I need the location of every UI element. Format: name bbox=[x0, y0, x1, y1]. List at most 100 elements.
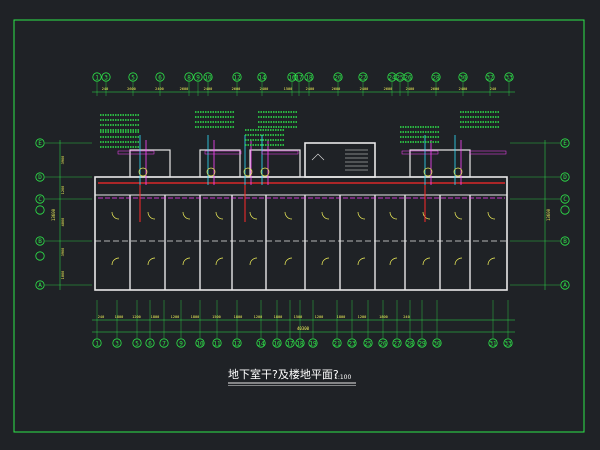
axis-label-top: 18 bbox=[305, 75, 313, 82]
annotation-tag bbox=[204, 150, 242, 155]
axis-label-top: 9 bbox=[196, 75, 200, 82]
axis-label-bottom: 17 bbox=[286, 341, 294, 348]
annotation-tag bbox=[261, 150, 299, 155]
annotation-tag bbox=[401, 150, 439, 155]
axis-label-top: 5 bbox=[131, 75, 135, 82]
door-swing bbox=[454, 257, 463, 266]
bottom-dim-text: 240 bbox=[403, 315, 410, 319]
bottom-dim-text: 1200 bbox=[254, 315, 263, 319]
left-total-text: 13600 bbox=[51, 208, 56, 221]
axis-bubble-left-extra bbox=[35, 205, 45, 215]
top-dim-text: 2400 bbox=[260, 87, 269, 91]
axis-label-top: 22 bbox=[359, 75, 367, 82]
bottom-dim-text: 1200 bbox=[132, 315, 141, 319]
bottom-dim-text: 1500 bbox=[294, 315, 303, 319]
outer-wall bbox=[94, 176, 508, 291]
top-dim-text: 240 bbox=[490, 87, 497, 91]
door-swing bbox=[147, 257, 156, 266]
top-dim-text: 2600 bbox=[332, 87, 341, 91]
axis-label-top: 8 bbox=[187, 75, 191, 82]
bottom-dim-text: 1200 bbox=[315, 315, 324, 319]
top-dim-text: 1500 bbox=[284, 87, 293, 91]
axis-label-bottom: 6 bbox=[148, 341, 152, 348]
door-swing bbox=[215, 211, 224, 220]
pipe-network bbox=[98, 135, 505, 222]
axis-label-bottom: 7 bbox=[162, 341, 166, 348]
bottom-dim-text: 1800 bbox=[379, 315, 388, 319]
axis-label-top: 17 bbox=[295, 75, 303, 82]
left-dim-text: 3900 bbox=[61, 248, 65, 257]
axis-label-right: D bbox=[563, 174, 567, 181]
left-dim-text: 1800 bbox=[61, 271, 65, 280]
top-dim-text: 2400 bbox=[459, 87, 468, 91]
top-dim-text: 240 bbox=[102, 87, 109, 91]
left-dim-text: 4800 bbox=[61, 218, 65, 227]
axis-label-bottom: 31 bbox=[489, 341, 497, 348]
door-swing bbox=[111, 211, 120, 220]
door-swing bbox=[389, 211, 398, 220]
annotation-tag bbox=[117, 150, 155, 155]
axis-label-bottom: 18 bbox=[296, 341, 304, 348]
axis-label-top: 14 bbox=[258, 75, 266, 82]
axis-label-top: 1 bbox=[95, 75, 99, 82]
axis-bubble-left-extra bbox=[35, 251, 45, 261]
bottom-dim-text: 240 bbox=[98, 315, 105, 319]
top-dim-text: 2400 bbox=[360, 87, 369, 91]
axis-label-left: D bbox=[38, 174, 42, 181]
axis-label-bottom: 28 bbox=[406, 341, 414, 348]
drawing-title: 地下室干?及楼地平面? bbox=[228, 367, 339, 381]
axis-label-bottom: 3 bbox=[115, 341, 119, 348]
building-walls bbox=[94, 142, 508, 291]
axis-label-bottom: 16 bbox=[273, 341, 281, 348]
top-dim-text: 2600 bbox=[180, 87, 189, 91]
door-swing bbox=[284, 257, 293, 266]
door-swing bbox=[487, 211, 496, 220]
stair-arrow bbox=[311, 153, 325, 161]
stair-core-wall bbox=[304, 142, 376, 178]
axis-label-bottom: 9 bbox=[179, 341, 183, 348]
axis-label-top: 6 bbox=[158, 75, 162, 82]
door-swing bbox=[182, 257, 191, 266]
left-dim-text: 1200 bbox=[61, 186, 65, 195]
axis-label-top: 10 bbox=[204, 75, 212, 82]
axis-bubble-right-extra bbox=[560, 205, 570, 215]
axis-label-left: E bbox=[38, 140, 42, 147]
axis-label-bottom: 29 bbox=[418, 341, 426, 348]
axis-label-bottom: 33 bbox=[504, 341, 512, 348]
bottom-dim-text: 1200 bbox=[171, 315, 180, 319]
axis-label-top: 25 bbox=[396, 75, 404, 82]
axis-label-top: 26 bbox=[404, 75, 412, 82]
axis-label-right: E bbox=[563, 140, 567, 147]
door-swing bbox=[284, 211, 293, 220]
door-swing bbox=[487, 257, 496, 266]
axis-label-top: 12 bbox=[233, 75, 241, 82]
axis-label-bottom: 10 bbox=[196, 341, 204, 348]
axis-grid: 1 3 5 6 8 9 10 12 14 16 17 18 20 22 24 25 26 28 30 32 33240 2… bbox=[35, 72, 570, 348]
axis-label-top: 28 bbox=[432, 75, 440, 82]
door-swing bbox=[357, 211, 366, 220]
annotations bbox=[100, 111, 507, 155]
top-dim-text: 2400 bbox=[306, 87, 315, 91]
door-swing bbox=[389, 257, 398, 266]
axis-label-left: C bbox=[38, 196, 42, 203]
axis-label-right: B bbox=[563, 238, 567, 245]
bottom-dim-text: 1800 bbox=[234, 315, 243, 319]
door-swing bbox=[249, 257, 258, 266]
door-swing bbox=[182, 211, 191, 220]
door-swing bbox=[249, 211, 258, 220]
door-swing bbox=[357, 257, 366, 266]
bottom-dim-text: 1500 bbox=[212, 315, 221, 319]
top-dim-text: 2400 bbox=[155, 87, 164, 91]
axis-label-top: 30 bbox=[459, 75, 467, 82]
top-dim-text: 2400 bbox=[204, 87, 213, 91]
axis-label-bottom: 23 bbox=[348, 341, 356, 348]
left-dim-text: 3900 bbox=[61, 156, 65, 165]
door-swing bbox=[454, 211, 463, 220]
axis-label-left: A bbox=[38, 282, 42, 289]
top-dim-text: 2600 bbox=[232, 87, 241, 91]
axis-label-right: A bbox=[563, 282, 567, 289]
axis-label-top: 3 bbox=[104, 75, 108, 82]
drawing-scale: 1:100 bbox=[334, 374, 351, 381]
door-swing bbox=[147, 211, 156, 220]
axis-label-bottom: 1 bbox=[95, 341, 99, 348]
